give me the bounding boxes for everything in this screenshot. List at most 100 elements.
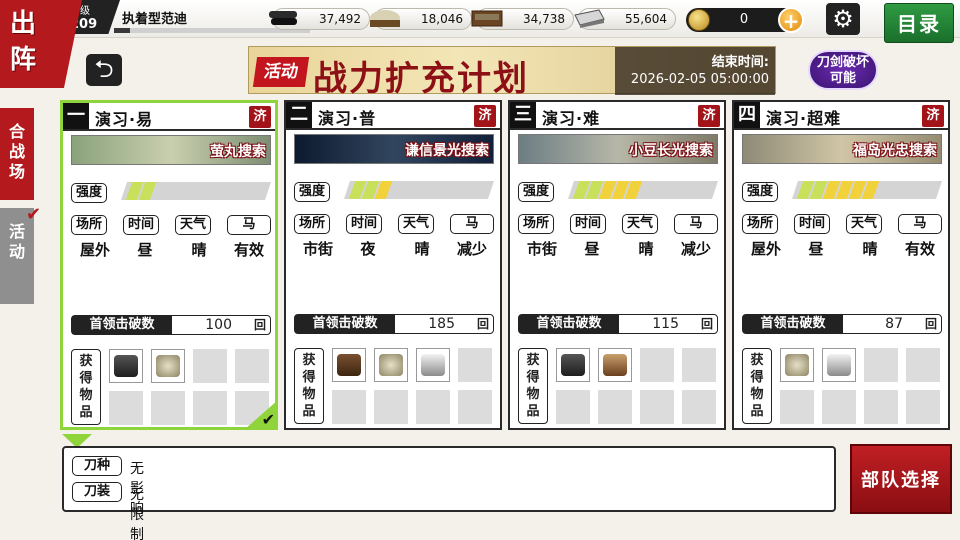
stage-card-3[interactable]: 三 演习·难 济 小豆长光搜索 强度 场所 时间 天气 马 市街 昼 晴 减少 … [508,100,726,430]
talisman-item-icon [332,348,366,382]
boss-kills-label: 首领击破数 [743,315,843,333]
strength-label: 强度 [742,182,779,202]
strength-row: 强度 [71,181,271,203]
event-end-box: 结束时间: 2026-02-05 05:00:00 [615,47,775,95]
steel-item-icon [416,348,450,382]
koban-counter: 0 + [686,7,804,33]
card-header: 三 演习·难 济 [510,102,724,130]
boss-kills-unit: 回 [700,317,713,331]
weather-value: 晴 [191,241,207,259]
boss-kills-row: 首领击破数 87 回 [742,314,942,334]
sword-search-label: 谦信景光搜索 [405,143,489,159]
empty-item-slot [193,391,227,425]
cleared-badge: 济 [249,106,271,128]
back-button[interactable]: ⮌ [86,54,122,86]
condition-labels: 场所 时间 天气 马 [294,214,494,234]
reward-label-char: 获 [79,354,93,369]
cooling-material-icon [471,10,503,27]
terrain-label: 场所 [518,214,555,234]
tab-battlefield-char1: 合 [8,122,25,141]
event-banner[interactable]: 活动 战力扩充计划 结束时间: 2026-02-05 05:00:00 [248,46,776,99]
reward-items: 获 得 物 品 [518,348,718,424]
time-value: 昼 [808,240,824,258]
boss-kills-value: 185 [428,316,455,332]
empty-item-slot [151,391,185,425]
reward-items-label: 获 得 物 品 [518,348,548,424]
empty-item-slot [109,391,143,425]
tab-event-char1: 活 [8,222,25,241]
reward-label-char: 物 [302,387,316,402]
sword-search-label: 福岛光忠搜索 [853,143,937,159]
boss-kills-value: 100 [205,317,232,333]
empty-item-slot [640,390,674,424]
player-level-box: 等级 209 执着型范迪 [60,0,310,34]
reward-label-char: 得 [750,370,764,385]
reward-label-char: 品 [750,404,764,419]
stage-card-4[interactable]: 四 演习·超难 济 福岛光忠搜索 强度 场所 时间 天气 马 屋外 昼 晴 有效… [732,100,950,430]
boss-kills-unit: 回 [924,317,937,331]
whetstone-item-icon [374,348,408,382]
settings-gear-icon[interactable]: ⚙ [826,3,860,35]
strength-label: 强度 [518,182,555,202]
reward-items-label: 获 得 物 品 [742,348,772,424]
tab-battlefield-char2: 战 [8,142,25,161]
event-title: 战力扩充计划 [313,59,529,99]
squad-select-button[interactable]: 部队选择 [850,444,952,514]
top-bar: 等级 209 执着型范迪 37,492 18,046 34,738 55,604 [0,0,960,43]
empty-item-slot [598,390,632,424]
horse-label: 马 [227,215,271,235]
equipment-value: 无限制 [130,487,144,540]
empty-item-slot [458,390,492,424]
player-name: 执着型范迪 [122,12,188,27]
resource-steel-value: 55,604 [625,12,667,26]
sword-break-line1: 刀剑破坏 [816,55,869,70]
empty-item-slot [332,390,366,424]
cleared-badge: 济 [474,105,496,127]
tab-event-char2: 动 [8,242,25,261]
weather-label: 天气 [175,215,212,235]
empty-item-slot [374,390,408,424]
stage-card-2[interactable]: 二 演习·普 济 谦信景光搜索 强度 场所 时间 天气 马 市街 夜 晴 减少 … [284,100,502,430]
time-label: 时间 [794,214,831,234]
reward-label-char: 获 [302,353,316,368]
event-end-time: 2026-02-05 05:00:00 [630,72,769,87]
terrain-label: 场所 [742,214,779,234]
stage-card-1[interactable]: 一 演习·易 济 萤丸搜索 强度 场所 时间 天气 马 屋外 昼 晴 有效 首领… [60,100,278,430]
terrain-label: 场所 [294,214,331,234]
resource-charcoal-value: 37,492 [319,12,361,26]
reward-label-char: 物 [526,387,540,402]
charcoal-item-icon [109,349,143,383]
add-koban-button[interactable]: + [778,7,804,33]
resource-cooling-value: 34,738 [523,12,565,26]
reward-label-char: 物 [750,387,764,402]
boss-kills-label: 首领击破数 [295,315,395,333]
reward-items-label: 获 得 物 品 [71,349,101,425]
sword-type-label: 刀种 [72,456,122,476]
horse-value: 有效 [904,240,935,258]
charcoal-icon [269,11,297,25]
stage-thumbnail: 萤丸搜索 [71,135,271,165]
tab-checkmark-icon: ✔ [26,204,42,225]
strength-row: 强度 [294,180,494,202]
condition-labels: 场所 时间 天气 马 [742,214,942,234]
time-value: 夜 [360,240,376,258]
card-number: 二 [286,102,312,128]
sword-break-line2: 可能 [829,71,856,86]
sword-type-row: 刀种 无影响 [72,456,144,517]
reward-items: 获 得 物 品 [742,348,942,424]
condition-values: 市街 昼 晴 减少 [518,238,718,258]
boss-kills-row: 首领击破数 185 回 [294,314,494,334]
tab-battlefield[interactable]: 合 战 场 [0,108,34,200]
empty-item-slot [780,390,814,424]
horse-label: 马 [898,214,942,234]
sword-search-label: 小豆长光搜索 [629,143,713,159]
card-header: 二 演习·普 济 [286,102,500,130]
card-number: 四 [734,102,760,128]
condition-values: 市街 夜 晴 减少 [294,238,494,258]
boss-kills-unit: 回 [476,317,489,331]
horse-value: 有效 [233,241,264,259]
weather-value: 晴 [414,240,430,258]
whetstone-item-icon [151,349,185,383]
menu-button[interactable]: 目录 [884,3,954,43]
horse-label: 马 [674,214,718,234]
